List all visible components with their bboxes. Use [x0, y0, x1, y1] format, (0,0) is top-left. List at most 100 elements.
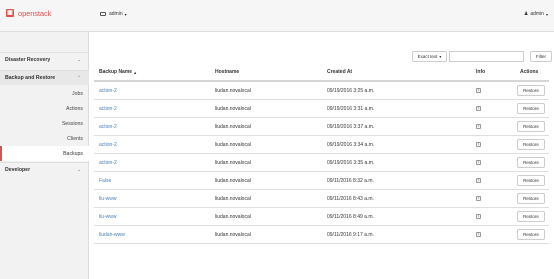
project-name: admin — [109, 11, 123, 17]
column-header-actions: Actions — [520, 69, 539, 75]
actions-cell: Restore — [517, 82, 545, 99]
created-at-cell: 09/11/2016 8:49 a.m. — [327, 213, 374, 220]
filter-input[interactable] — [449, 51, 524, 62]
chevron-up-icon: ⌃ — [77, 75, 81, 80]
chevron-down-icon: ▾ — [439, 54, 442, 59]
sidebar-section-developer[interactable]: Developer ⌄ — [0, 162, 89, 177]
openstack-logo-icon: ▣ — [6, 9, 14, 17]
restore-button[interactable]: Restore — [517, 211, 545, 222]
info-icon[interactable]: i — [476, 196, 481, 201]
info-cell: i — [476, 100, 481, 117]
info-cell: i — [476, 208, 481, 225]
top-navbar: ▣ openstack admin ▾ ♟ admin ▾ — [0, 0, 554, 32]
column-header-hostname[interactable]: Hostname — [215, 64, 239, 80]
hostname-cell: liudan.novalocal — [215, 213, 251, 220]
restore-button[interactable]: Restore — [517, 103, 545, 114]
info-icon[interactable]: i — [476, 178, 481, 183]
sidebar-item-label: Actions — [65, 105, 83, 112]
info-icon[interactable]: i — [476, 160, 481, 165]
chevron-down-icon: ▾ — [545, 11, 548, 17]
created-at-cell: 09/11/2016 8:32 a.m. — [327, 177, 374, 184]
created-at-cell: 09/11/2016 9:17 a.m. — [327, 231, 374, 238]
user-menu[interactable]: ♟ admin ▾ — [524, 11, 548, 17]
project-selector[interactable]: admin ▾ — [100, 11, 127, 17]
sidebar-item-actions[interactable]: Actions — [0, 101, 89, 116]
sidebar-item-clients[interactable]: Clients — [0, 131, 89, 146]
table-row: action-2 liudan.novalocal 09/19/2016 3:3… — [94, 100, 549, 118]
restore-button[interactable]: Restore — [517, 193, 545, 204]
restore-button[interactable]: Restore — [517, 157, 545, 168]
table-row: liu-www liudan.novalocal 09/11/2016 8:49… — [94, 208, 549, 226]
hostname-cell: liudan.novalocal — [215, 123, 251, 130]
backup-name-link[interactable]: liu-www — [99, 190, 117, 207]
table-row: False liudan.novalocal 09/11/2016 8:32 a… — [94, 172, 549, 190]
table-row: action-2 liudan.novalocal 09/19/2016 3:3… — [94, 136, 549, 154]
backup-name-link[interactable]: liu-www — [99, 208, 117, 225]
info-cell: i — [476, 226, 481, 243]
info-icon[interactable]: i — [476, 124, 481, 129]
info-cell: i — [476, 136, 481, 153]
backup-name-link[interactable]: action-2 — [99, 118, 117, 135]
restore-button[interactable]: Restore — [517, 229, 545, 240]
filter-type-select[interactable]: Exact text ▾ — [412, 51, 447, 62]
sidebar-item-label: Jobs — [72, 90, 83, 97]
table-toolbar: Exact text ▾ Filter — [412, 51, 552, 62]
restore-button[interactable]: Restore — [517, 121, 545, 132]
info-icon[interactable]: i — [476, 232, 481, 237]
backup-name-link[interactable]: action-2 — [99, 100, 117, 117]
info-cell: i — [476, 118, 481, 135]
column-header-created-at[interactable]: Created At — [327, 64, 352, 80]
user-icon: ♟ — [523, 11, 529, 17]
filter-button[interactable]: Filter — [530, 51, 552, 62]
table-row: liudan-www liudan.novalocal 09/11/2016 9… — [94, 226, 549, 244]
created-at-cell: 09/19/2016 3:31 a.m. — [327, 105, 375, 112]
table-row: action-2 liudan.novalocal 09/19/2016 3:3… — [94, 154, 549, 172]
backup-name-link[interactable]: action-2 — [99, 136, 117, 153]
info-cell: i — [476, 190, 481, 207]
info-cell: i — [476, 154, 481, 171]
hostname-cell: liudan.novalocal — [215, 141, 251, 148]
created-at-cell: 09/11/2016 8:43 a.m. — [327, 195, 374, 202]
sidebar-section-backup-restore[interactable]: Backup and Restore ⌃ — [0, 70, 89, 85]
restore-button[interactable]: Restore — [517, 139, 545, 150]
backup-name-link[interactable]: False — [99, 172, 111, 189]
hostname-cell: liudan.novalocal — [215, 195, 251, 202]
backup-name-link[interactable]: action-2 — [99, 154, 117, 171]
filter-type-label: Exact text — [417, 54, 438, 59]
sidebar-item-backups[interactable]: Backups — [0, 146, 89, 161]
chevron-down-icon: ▾ — [124, 11, 127, 17]
info-icon[interactable]: i — [476, 106, 481, 111]
sort-asc-icon: ▴ — [134, 69, 137, 75]
backup-name-link[interactable]: action-2 — [99, 82, 117, 99]
info-icon[interactable]: i — [476, 142, 481, 147]
sidebar-item-label: Clients — [67, 135, 83, 142]
logo-text: openstack — [18, 8, 52, 18]
actions-cell: Restore — [517, 136, 545, 153]
actions-cell: Restore — [517, 154, 545, 171]
project-icon — [100, 12, 106, 16]
restore-button[interactable]: Restore — [517, 175, 545, 186]
actions-cell: Restore — [517, 100, 545, 117]
sidebar-section-label: Backup and Restore — [5, 75, 56, 81]
info-icon[interactable]: i — [476, 88, 481, 93]
created-at-cell: 09/19/2016 3:35 a.m. — [327, 159, 375, 166]
sidebar-section-disaster-recovery[interactable]: Disaster Recovery ⌄ — [0, 52, 89, 67]
created-at-cell: 09/19/2016 3:37 a.m. — [327, 123, 375, 130]
table-row: action-2 liudan.novalocal 09/19/2016 3:3… — [94, 118, 549, 136]
actions-cell: Restore — [517, 190, 545, 207]
table-row: action-2 liudan.novalocal 09/19/2016 3:2… — [94, 82, 549, 100]
info-cell: i — [476, 82, 481, 99]
column-header-backup-name[interactable]: Backup Name ▴ — [99, 64, 136, 80]
restore-button[interactable]: Restore — [517, 85, 545, 96]
created-at-cell: 09/19/2016 3:34 a.m. — [327, 141, 375, 148]
user-name: admin — [530, 11, 544, 17]
sidebar-item-jobs[interactable]: Jobs — [0, 86, 89, 101]
info-icon[interactable]: i — [476, 214, 481, 219]
hostname-cell: liudan.novalocal — [215, 177, 251, 184]
backup-name-link[interactable]: liudan-www — [99, 226, 125, 243]
sidebar-item-sessions[interactable]: Sessions — [0, 116, 89, 131]
sidebar-item-label: Backups — [63, 150, 83, 157]
hostname-cell: liudan.novalocal — [215, 159, 251, 166]
openstack-logo[interactable]: ▣ openstack — [6, 8, 51, 18]
hostname-cell: liudan.novalocal — [215, 231, 251, 238]
